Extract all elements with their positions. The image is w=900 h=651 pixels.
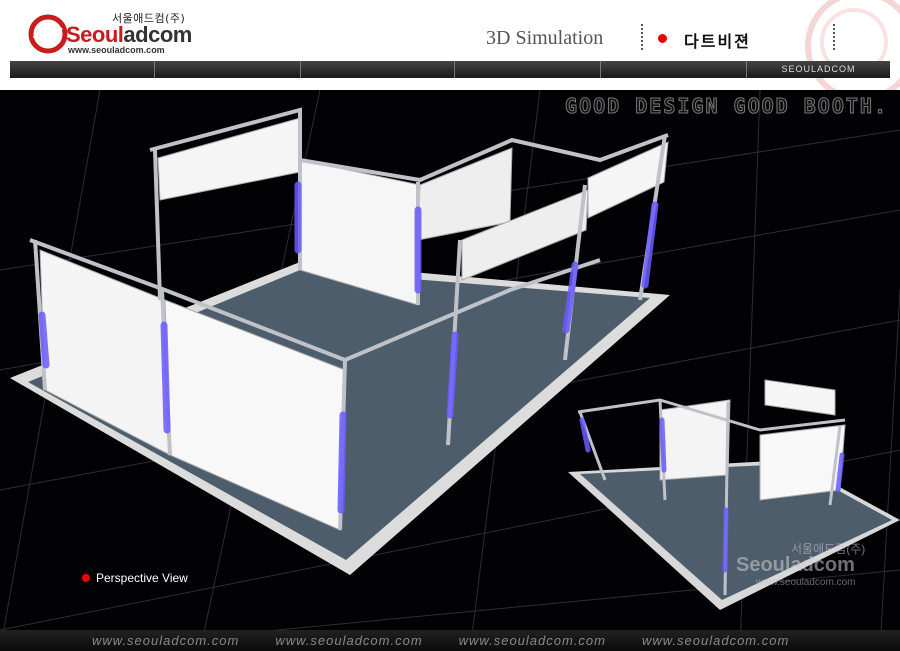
divider bbox=[641, 24, 643, 50]
footer-url[interactable]: www.seouladcom.com bbox=[642, 633, 789, 648]
nav-bar: SEOULADCOM bbox=[10, 61, 890, 78]
section-title: 3D Simulation bbox=[486, 27, 604, 49]
logo-swoosh-icon bbox=[28, 14, 68, 54]
footer: www.seouladcom.com www.seouladcom.com ww… bbox=[0, 630, 900, 651]
nav-item[interactable] bbox=[10, 61, 155, 78]
bullet-dot-icon bbox=[82, 574, 90, 582]
view-label: Perspective View bbox=[82, 571, 188, 585]
bullet-dot-icon bbox=[658, 34, 667, 43]
watermark-name: Seouladcom bbox=[736, 554, 855, 576]
small-header-panel bbox=[764, 379, 836, 416]
watermark-url: www.seouladcom.com bbox=[756, 577, 856, 588]
nav-brand[interactable]: SEOULADCOM bbox=[747, 61, 890, 78]
watermark: 서울애드컴(주) Seouladcom www.seouladcom.com bbox=[706, 540, 886, 604]
view-label-text: Perspective View bbox=[96, 571, 188, 585]
nav-item[interactable] bbox=[601, 61, 747, 78]
nav-item[interactable] bbox=[301, 61, 455, 78]
page-title: 다트비젼 bbox=[684, 32, 751, 51]
header: 서울애드컴(주) Seouladcom www.seouladcom.com 3… bbox=[0, 0, 900, 90]
logo-url: www.seouladcom.com bbox=[68, 45, 165, 55]
footer-url[interactable]: www.seouladcom.com bbox=[459, 633, 606, 648]
footer-url[interactable]: www.seouladcom.com bbox=[275, 633, 422, 648]
logo[interactable]: 서울애드컴(주) Seouladcom www.seouladcom.com bbox=[28, 10, 192, 58]
slogan: GOOD DESIGN GOOD BOOTH. bbox=[565, 94, 888, 119]
nav-item[interactable] bbox=[455, 61, 601, 78]
render-stage: GOOD DESIGN GOOD BOOTH. Perspective View… bbox=[0, 90, 900, 651]
footer-url[interactable]: www.seouladcom.com bbox=[92, 633, 239, 648]
divider bbox=[833, 24, 835, 50]
nav-item[interactable] bbox=[155, 61, 301, 78]
